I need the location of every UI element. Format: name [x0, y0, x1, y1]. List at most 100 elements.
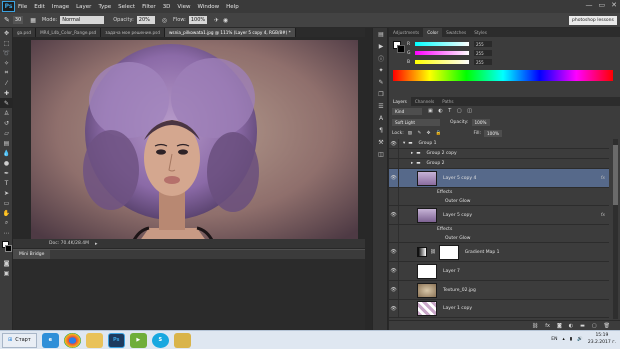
visibility-eye-icon[interactable]: 👁: [389, 206, 399, 224]
menu-image[interactable]: Image: [52, 4, 69, 10]
layer-row-gradient-map[interactable]: 👁 ⛓ Gradient Map 1: [389, 243, 609, 262]
chevron-down-icon[interactable]: ▾: [403, 141, 405, 146]
blur-tool-icon[interactable]: 💧: [0, 148, 13, 158]
flow-input[interactable]: 100%: [188, 16, 207, 24]
effects-row[interactable]: Effects: [389, 225, 609, 234]
background-color-swatch[interactable]: [5, 245, 12, 252]
new-group-icon[interactable]: ▬: [580, 323, 585, 329]
shape-tool-icon[interactable]: ▭: [0, 198, 13, 208]
status-arrow-icon[interactable]: ▸: [95, 241, 98, 247]
photoshop-taskbar-icon[interactable]: Ps: [107, 332, 125, 348]
visibility-eye-icon[interactable]: [389, 149, 399, 158]
path-select-tool-icon[interactable]: ➤: [0, 188, 13, 198]
tab-styles[interactable]: Styles: [470, 28, 491, 37]
tray-arrow-icon[interactable]: ▴: [563, 337, 565, 342]
add-style-icon[interactable]: fx: [545, 323, 550, 329]
visibility-eye-icon[interactable]: [389, 225, 399, 234]
maximize-icon[interactable]: ▭: [599, 1, 606, 9]
menu-filter[interactable]: Filter: [142, 4, 156, 10]
brush-size-picker[interactable]: 30: [12, 16, 24, 24]
visibility-eye-icon[interactable]: [389, 188, 399, 197]
scroll-thumb[interactable]: [613, 145, 618, 205]
visibility-eye-icon[interactable]: 👁: [389, 300, 399, 317]
tab-color[interactable]: Color: [423, 28, 443, 37]
extra-tools-icon[interactable]: ⋯: [0, 228, 13, 238]
fx-icon[interactable]: fx: [601, 213, 605, 218]
gradient-tool-icon[interactable]: ▤: [0, 138, 13, 148]
green-slider[interactable]: [415, 51, 469, 55]
pressure-size-icon[interactable]: ◉: [223, 17, 228, 24]
doc-size-info[interactable]: Doc: 70.4K/28.4M: [49, 241, 89, 246]
chrome-icon[interactable]: [63, 332, 81, 348]
layer-row-texture[interactable]: 👁 Texture_02.jpg: [389, 281, 609, 300]
doc-tab[interactable]: задача мое решение.psd: [101, 28, 165, 37]
character-panel-icon[interactable]: A: [373, 112, 389, 124]
tab-paths[interactable]: Paths: [438, 97, 457, 106]
menu-select[interactable]: Select: [118, 4, 135, 10]
visibility-eye-icon[interactable]: 👁: [389, 169, 399, 187]
type-tool-icon[interactable]: T: [0, 178, 13, 188]
green-value[interactable]: 255: [474, 50, 492, 56]
opacity-input[interactable]: 20%: [136, 16, 155, 24]
red-slider[interactable]: [415, 42, 469, 46]
menu-type[interactable]: Type: [98, 4, 111, 10]
menu-window[interactable]: Window: [197, 4, 219, 10]
skype-icon[interactable]: S: [151, 332, 169, 348]
doc-tab-active[interactable]: wsnia_pilkowata1.jpg @ 111% (Layer 5 cop…: [165, 28, 296, 37]
healing-tool-icon[interactable]: ✚: [0, 88, 13, 98]
visibility-eye-icon[interactable]: 👁: [389, 243, 399, 261]
layer-row-layer1-copy[interactable]: 👁 Layer 1 copy: [389, 300, 609, 318]
eraser-tool-icon[interactable]: ▱: [0, 128, 13, 138]
link-layers-icon[interactable]: ⛓: [532, 323, 538, 329]
layer-row-group1[interactable]: 👁 ▾ ▬ Group 1: [389, 139, 609, 149]
history-brush-tool-icon[interactable]: ↺: [0, 118, 13, 128]
visibility-eye-icon[interactable]: 👁: [389, 281, 399, 299]
layer-row-group2[interactable]: ▸ ▬ Group 2: [389, 159, 609, 169]
brush-tool-icon[interactable]: ✎: [4, 16, 10, 24]
red-value[interactable]: 255: [474, 41, 492, 47]
menu-edit[interactable]: Edit: [34, 4, 45, 10]
layer-comps-icon[interactable]: ◫: [373, 148, 389, 160]
lock-icons[interactable]: ▨ ✎ ✥ 🔒: [408, 131, 444, 136]
color-spectrum-bar[interactable]: [393, 70, 613, 81]
ie-icon[interactable]: e: [41, 332, 59, 348]
mode-dropdown[interactable]: Normal: [60, 16, 105, 24]
tool-presets-icon[interactable]: ⚒: [373, 136, 389, 148]
stamp-tool-icon[interactable]: ♙: [0, 108, 13, 118]
dodge-tool-icon[interactable]: ●: [0, 158, 13, 168]
doc-tab[interactable]: ga.psd: [13, 28, 37, 37]
start-button[interactable]: ⊞ Старт: [2, 332, 37, 348]
pressure-opacity-icon[interactable]: ◎: [162, 17, 167, 24]
marquee-tool-icon[interactable]: ⬚: [0, 38, 13, 48]
language-indicator[interactable]: EN: [551, 337, 557, 342]
hand-tool-icon[interactable]: ✋: [0, 208, 13, 218]
adjustment-layer-icon[interactable]: ◐: [569, 323, 573, 329]
visibility-eye-icon[interactable]: [389, 234, 399, 242]
minimize-icon[interactable]: —: [586, 1, 593, 9]
layer-row-selected[interactable]: 👁 Layer 5 copy 4 fx: [389, 169, 609, 188]
layer-filter-kind[interactable]: Kind: [392, 107, 422, 115]
close-icon[interactable]: ✕: [611, 1, 617, 9]
visibility-eye-icon[interactable]: [389, 197, 399, 205]
menu-3d[interactable]: 3D: [163, 4, 171, 10]
new-layer-icon[interactable]: ▢: [592, 323, 597, 329]
airbrush-icon[interactable]: ✈: [214, 17, 219, 24]
network-icon[interactable]: ▮: [570, 337, 572, 342]
paragraph-panel-icon[interactable]: ¶: [373, 124, 389, 136]
clone-source-icon[interactable]: ❐: [373, 88, 389, 100]
visibility-eye-icon[interactable]: 👁: [389, 139, 399, 148]
document-image[interactable]: [31, 40, 358, 242]
volume-icon[interactable]: 🔊: [577, 337, 583, 342]
layer-row-group2-copy[interactable]: ▸ ▬ Group 2 copy: [389, 149, 609, 159]
layer-opacity-input[interactable]: 100%: [471, 118, 490, 126]
crop-tool-icon[interactable]: ⌗: [0, 68, 13, 78]
screen-mode-icon[interactable]: ▣: [0, 268, 13, 278]
mini-bridge-title[interactable]: Mini Bridge: [13, 249, 51, 260]
brush-panel-icon-side[interactable]: ✎: [373, 76, 389, 88]
explorer-icon[interactable]: [85, 332, 103, 348]
layer-row-5copy[interactable]: 👁 Layer 5 copy fx: [389, 206, 609, 225]
history-panel-icon[interactable]: ▤: [373, 28, 389, 40]
quick-select-tool-icon[interactable]: ✧: [0, 58, 13, 68]
media-icon[interactable]: ▶: [129, 332, 147, 348]
layer-mask-thumbnail[interactable]: [438, 244, 459, 260]
